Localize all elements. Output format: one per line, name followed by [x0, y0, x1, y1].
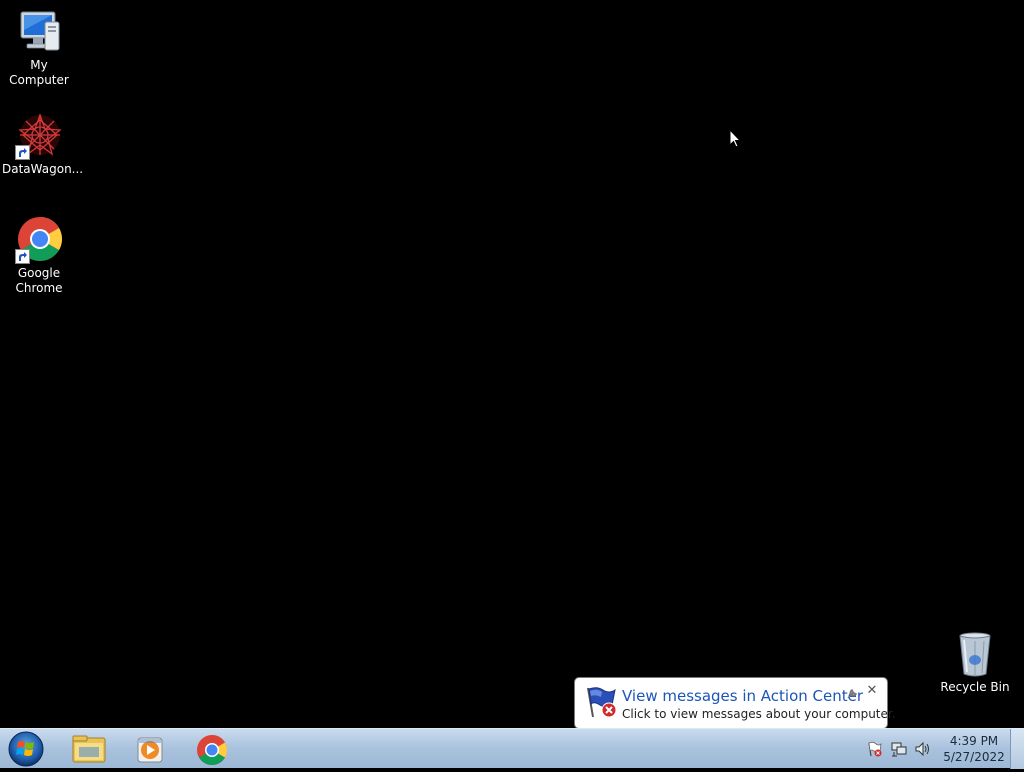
taskbar-chrome-button[interactable]	[184, 731, 240, 767]
taskbar-clock[interactable]: 4:39 PM 5/27/2022	[940, 733, 1008, 765]
desktop-icon-label: My Computer	[9, 58, 69, 87]
balloon-message[interactable]: Click to view messages about your comput…	[622, 707, 896, 721]
taskbar: 4:39 PM 5/27/2022	[0, 728, 1024, 769]
system-tray	[862, 729, 940, 769]
desktop[interactable]: My Computer DataWagon... Google Chrome R…	[0, 0, 1024, 728]
balloon-title[interactable]: View messages in Action Center	[622, 687, 863, 705]
clock-time: 4:39 PM	[949, 734, 999, 748]
media-player-icon	[137, 737, 163, 763]
desktop-icon-google-chrome[interactable]: Google Chrome	[0, 216, 78, 296]
clock-date: 5/27/2022	[943, 750, 1005, 764]
chrome-icon	[197, 735, 228, 766]
windows-start-orb-icon[interactable]	[4, 730, 44, 768]
action-center-notification-balloon[interactable]: View messages in Action Center Click to …	[574, 677, 896, 742]
show-desktop-button[interactable]	[1010, 729, 1024, 769]
recycle-bin-icon	[951, 630, 999, 678]
balloon-options-icon[interactable]	[846, 685, 858, 699]
shortcut-arrow-icon	[15, 249, 30, 264]
shortcut-arrow-icon	[15, 145, 30, 160]
desktop-icon-datawagon[interactable]: DataWagon...	[0, 112, 84, 177]
desktop-icon-label-line1: Google	[17, 266, 61, 280]
desktop-icon-my-computer[interactable]: My Computer	[0, 8, 78, 88]
desktop-icon-label: Recycle Bin	[940, 680, 1010, 694]
desktop-icon-recycle-bin[interactable]: Recycle Bin	[936, 630, 1014, 695]
volume-icon[interactable]	[915, 741, 931, 757]
action-center-flag-error-icon	[584, 685, 618, 719]
taskbar-media-player-button[interactable]	[122, 731, 178, 767]
balloon-close-button[interactable]: ✕	[866, 684, 878, 698]
computer-icon	[15, 8, 63, 56]
datawagon-icon	[15, 112, 63, 160]
network-icon[interactable]	[891, 741, 907, 757]
desktop-icon-label-line2: Chrome	[15, 281, 63, 295]
action-center-flag-icon[interactable]	[866, 741, 882, 757]
chrome-icon	[15, 216, 63, 264]
taskbar-windows-explorer-button[interactable]	[60, 731, 116, 767]
windows-explorer-icon	[72, 735, 106, 763]
desktop-icon-label: DataWagon...	[2, 162, 84, 176]
mouse-cursor-icon	[729, 128, 742, 149]
